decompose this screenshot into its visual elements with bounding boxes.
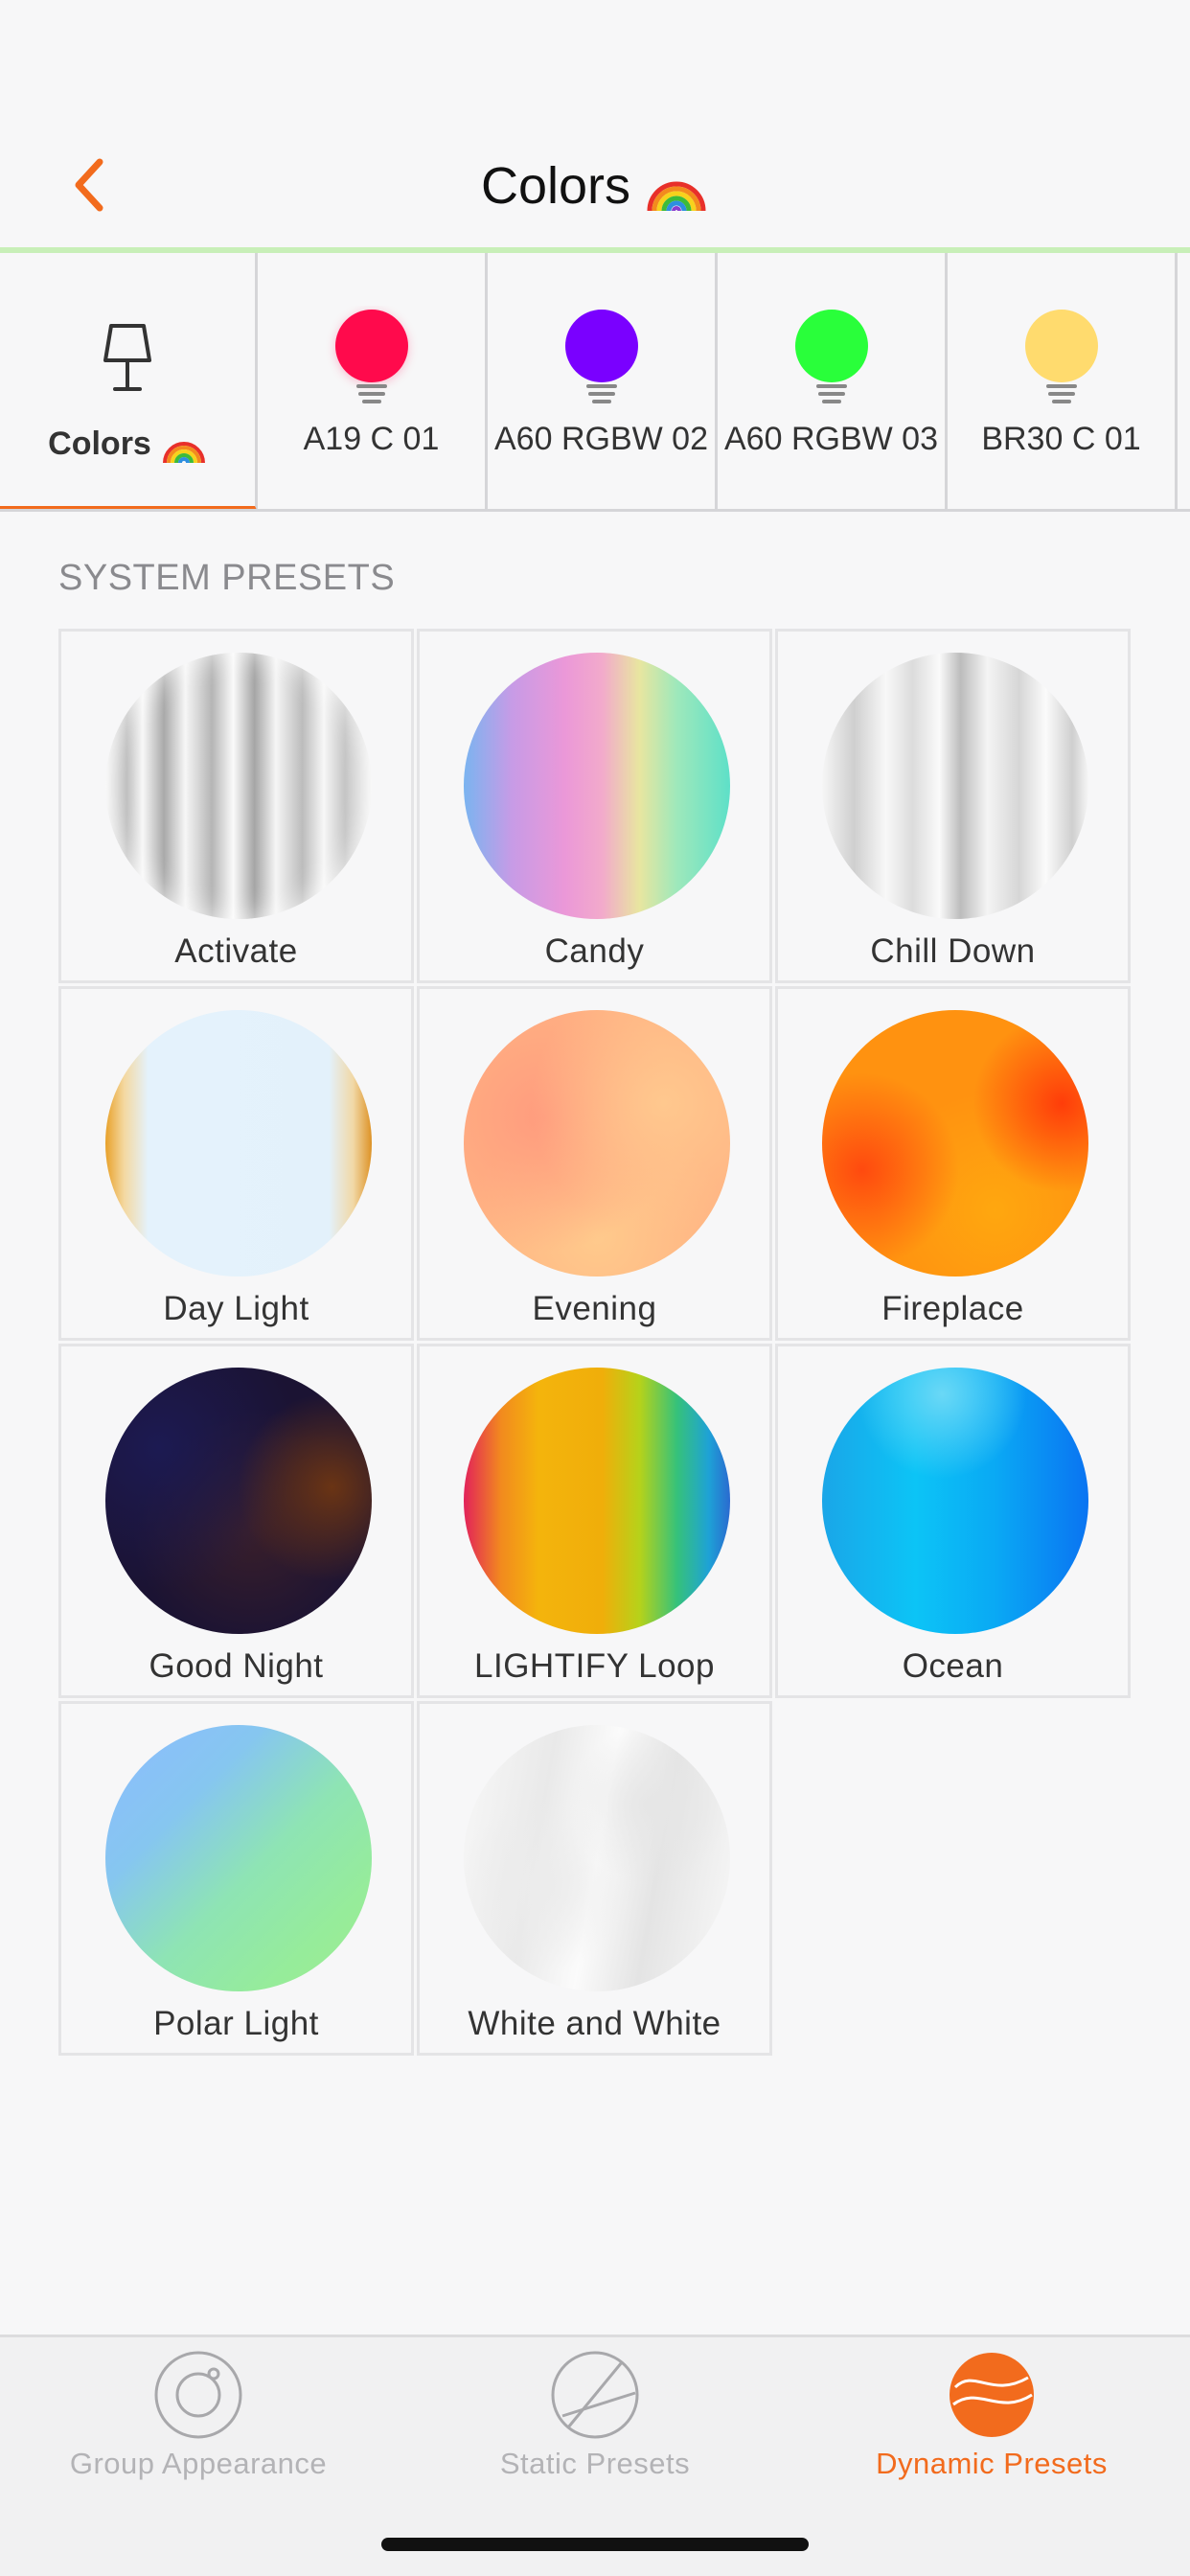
preset-swatch (105, 653, 372, 919)
title-wrap: Colors (0, 153, 1190, 218)
device-tab-label: Colors (48, 425, 151, 462)
page-title: Colors (480, 157, 631, 215)
device-tab-partial[interactable] (1178, 253, 1190, 509)
preset-label: LIGHTIFY Loop (474, 1647, 715, 1685)
preset-good-night[interactable]: Good Night (58, 1344, 414, 1698)
preset-swatch (105, 1368, 372, 1634)
preset-day-light[interactable]: Day Light (58, 986, 414, 1341)
tab-static-presets[interactable]: Static Presets (397, 2347, 793, 2491)
preset-label: Chill Down (870, 932, 1036, 970)
preset-swatch (822, 1368, 1088, 1634)
preset-label: White and White (468, 2005, 721, 2042)
preset-label: Ocean (902, 1647, 1004, 1685)
device-tab-bar[interactable]: Colors A19 C 01 A60 RGBW 02 A60 RGBW 03 … (0, 253, 1190, 512)
device-tab-label: A60 RGBW 03 (724, 421, 938, 457)
preset-label: Evening (532, 1290, 657, 1327)
preset-fireplace[interactable]: Fireplace (775, 986, 1131, 1341)
device-tab-a60-rgbw-02[interactable]: A60 RGBW 02 (488, 253, 718, 509)
preset-swatch (105, 1725, 372, 1991)
preset-label: Day Light (163, 1290, 309, 1327)
preset-swatch (105, 1010, 372, 1276)
tab-label: Static Presets (499, 2447, 691, 2480)
preset-swatch (464, 1368, 730, 1634)
preset-label: Activate (174, 932, 298, 970)
preset-chill-down[interactable]: Chill Down (775, 629, 1131, 983)
bulb-icon (334, 310, 408, 403)
rainbow-icon (647, 181, 706, 212)
tab-dynamic-presets[interactable]: Dynamic Presets (793, 2347, 1190, 2491)
device-tab-colors[interactable]: Colors (0, 253, 258, 509)
preset-label: Candy (544, 932, 645, 970)
preset-label: Polar Light (153, 2005, 319, 2042)
home-indicator[interactable] (381, 2538, 809, 2551)
preset-swatch (464, 653, 730, 919)
tab-label: Group Appearance (69, 2447, 328, 2480)
preset-evening[interactable]: Evening (417, 986, 772, 1341)
static-presets-icon (551, 2351, 639, 2439)
preset-swatch (464, 1010, 730, 1276)
preset-candy[interactable]: Candy (417, 629, 772, 983)
preset-swatch (822, 653, 1088, 919)
bulb-icon (564, 310, 638, 403)
device-tab-label: A60 RGBW 02 (494, 421, 708, 457)
device-tab-a19-c-01[interactable]: A19 C 01 (258, 253, 488, 509)
device-tab-label: A19 C 01 (303, 421, 440, 457)
lamp-icon (103, 324, 151, 391)
device-tab-br30-c-01[interactable]: BR30 C 01 (948, 253, 1178, 509)
rainbow-icon (162, 442, 205, 464)
dynamic-presets-icon (950, 2353, 1034, 2437)
preset-label: Good Night (149, 1647, 324, 1685)
preset-ocean[interactable]: Ocean (775, 1344, 1131, 1698)
preset-lightify-loop[interactable]: LIGHTIFY Loop (417, 1344, 772, 1698)
group-appearance-icon (154, 2351, 242, 2439)
section-title: SYSTEM PRESETS (58, 558, 396, 598)
device-tab-a60-rgbw-03[interactable]: A60 RGBW 03 (718, 253, 948, 509)
header: Colors (0, 0, 1190, 253)
preset-label: Fireplace (881, 1290, 1024, 1327)
preset-polar-light[interactable]: Polar Light (58, 1701, 414, 2056)
preset-white-and-white[interactable]: White and White (417, 1701, 772, 2056)
device-tab-label: BR30 C 01 (981, 421, 1141, 457)
tab-label: Dynamic Presets (876, 2447, 1108, 2480)
bulb-icon (1024, 310, 1098, 403)
preset-activate[interactable]: Activate (58, 629, 414, 983)
tab-group-appearance[interactable]: Group Appearance (0, 2347, 397, 2491)
preset-swatch (464, 1725, 730, 1991)
bulb-icon (794, 310, 868, 403)
preset-swatch (822, 1010, 1088, 1276)
